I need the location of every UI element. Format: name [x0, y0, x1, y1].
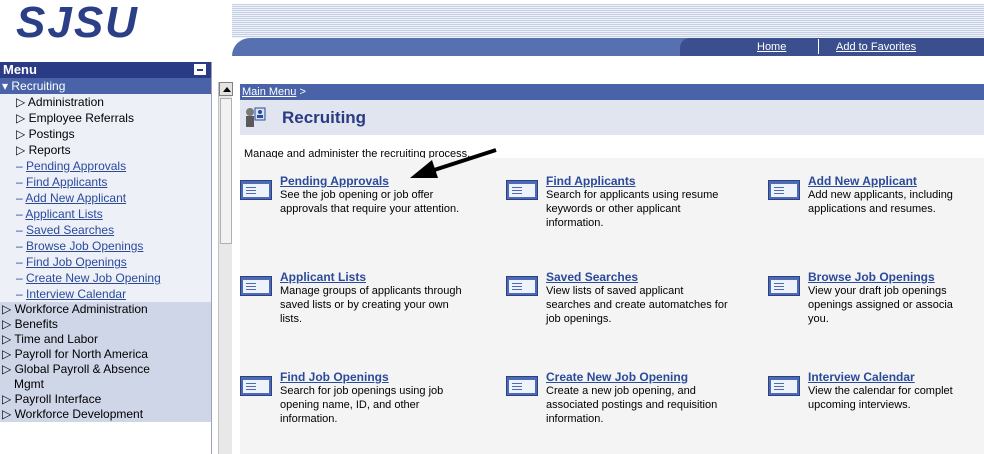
menu-item-reports[interactable]: ▷ Reports — [0, 142, 211, 158]
component-icon — [768, 376, 800, 396]
menu-link-label[interactable]: Browse Job Openings — [26, 239, 143, 253]
menu-link-applicant-lists[interactable]: – Applicant Lists — [0, 206, 211, 222]
tile-title[interactable]: Add New Applicant — [808, 174, 917, 188]
menu-item-employee-referrals[interactable]: ▷ Employee Referrals — [0, 110, 211, 126]
menu-item-payroll-north-america[interactable]: ▷ Payroll for North America — [0, 347, 211, 362]
menu-item-workforce-administration[interactable]: ▷ Workforce Administration — [0, 302, 211, 317]
menu-item-administration[interactable]: ▷ Administration — [0, 94, 211, 110]
main-content: Main Menu > Recruiting Manage and admini… — [240, 84, 984, 454]
page-header: SJSU Home Add to Favorites — [0, 0, 984, 58]
header-separator — [818, 39, 819, 54]
menu-item-label: Workforce Administration — [14, 302, 148, 316]
tile-title[interactable]: Applicant Lists — [280, 270, 366, 284]
tile-title[interactable]: Browse Job Openings — [808, 270, 935, 284]
scroll-thumb[interactable] — [220, 98, 232, 244]
banner-stripes — [232, 4, 984, 38]
menu-item-label: Reports — [28, 143, 71, 157]
menu-item-label: Time and Labor — [14, 332, 98, 346]
annotation-arrow-icon — [410, 148, 497, 178]
menu-link-label[interactable]: Saved Searches — [26, 223, 114, 237]
left-menu: Menu ▾ Recruiting ▷ Administration ▷ Emp… — [0, 62, 212, 454]
tile-description: Create a new job opening, and associated … — [546, 385, 718, 425]
menu-item-label-wrap: Mgmt — [14, 377, 44, 391]
page-title: Recruiting — [282, 108, 367, 127]
menu-link-add-new-applicant[interactable]: – Add New Applicant — [0, 190, 211, 206]
menu-link-find-applicants[interactable]: – Find Applicants — [0, 174, 211, 190]
tile-title[interactable]: Find Applicants — [546, 174, 636, 188]
menu-link-label[interactable]: Find Job Openings — [26, 255, 127, 269]
menu-item-label: Payroll for North America — [14, 347, 148, 361]
menu-item-workforce-development[interactable]: ▷ Workforce Development — [0, 407, 211, 422]
recruiting-submenu: ▷ Administration ▷ Employee Referrals ▷ … — [0, 94, 211, 302]
menu-item-label: Administration — [27, 95, 104, 109]
menu-link-create-new-job-opening[interactable]: – Create New Job Opening — [0, 270, 211, 286]
menu-scrollbar[interactable] — [218, 82, 233, 454]
tile-description: Manage groups of applicants through saved… — [280, 285, 462, 325]
menu-item-benefits[interactable]: ▷ Benefits — [0, 317, 211, 332]
sjsu-logo: SJSU — [16, 0, 139, 47]
breadcrumb-separator: > — [299, 86, 306, 98]
tile-title[interactable]: Create New Job Opening — [546, 370, 688, 384]
menu-item-label: Payroll Interface — [14, 392, 102, 406]
tile-description: Search for job openings using job opening… — [280, 385, 444, 425]
scroll-up-button[interactable] — [219, 82, 233, 96]
menu-link-label[interactable]: Add New Applicant — [25, 191, 126, 205]
menu-item-recruiting[interactable]: ▾ Recruiting — [0, 78, 211, 94]
breadcrumb: Main Menu > — [240, 84, 984, 100]
menu-link-label[interactable]: Create New Job Opening — [26, 271, 161, 285]
tile-title[interactable]: Find Job Openings — [280, 370, 389, 384]
menu-link-saved-searches[interactable]: – Saved Searches — [0, 222, 211, 238]
component-icon — [240, 276, 272, 296]
menu-link-browse-job-openings[interactable]: – Browse Job Openings — [0, 238, 211, 254]
menu-item-label: Employee Referrals — [28, 111, 134, 125]
menu-top-groups: ▷ Workforce Administration ▷ Benefits ▷ … — [0, 302, 211, 422]
menu-link-interview-calendar[interactable]: – Interview Calendar — [0, 286, 211, 302]
add-to-favorites-link[interactable]: Add to Favorites — [836, 41, 916, 53]
tile-description: See the job opening or job offer approval… — [280, 189, 460, 215]
menu-link-label[interactable]: Pending Approvals — [26, 159, 126, 173]
tile-description: Search for applicants using resume keywor… — [546, 189, 719, 229]
menu-link-pending-approvals[interactable]: – Pending Approvals — [0, 158, 211, 174]
tile-description: View the calendar for complet upcoming in… — [808, 385, 953, 411]
component-icon — [506, 276, 538, 296]
tile-description: View your draft job openings openings ass… — [808, 285, 953, 325]
breadcrumb-main-menu[interactable]: Main Menu — [242, 86, 296, 98]
component-icon — [768, 276, 800, 296]
tile-description: Add new applicants, including application… — [808, 189, 953, 215]
component-icon — [506, 180, 538, 200]
menu-link-label[interactable]: Find Applicants — [26, 175, 107, 189]
navigation-tiles: Pending Approvals See the job opening or… — [240, 158, 984, 454]
menu-header: Menu — [0, 62, 211, 78]
banner-bar-dark — [680, 38, 984, 56]
page-title-bar: Recruiting — [240, 100, 984, 135]
menu-item-label: Benefits — [14, 317, 58, 331]
minimize-menu-icon[interactable] — [194, 64, 206, 75]
component-icon — [240, 376, 272, 396]
menu-item-postings[interactable]: ▷ Postings — [0, 126, 211, 142]
menu-item-label: Postings — [28, 127, 75, 141]
tile-title[interactable]: Interview Calendar — [808, 370, 915, 384]
menu-item-payroll-interface[interactable]: ▷ Payroll Interface — [0, 392, 211, 407]
tile-title[interactable]: Saved Searches — [546, 270, 638, 284]
component-icon — [506, 376, 538, 396]
menu-item-global-payroll[interactable]: ▷ Global Payroll & Absence Mgmt — [0, 362, 211, 392]
menu-item-time-and-labor[interactable]: ▷ Time and Labor — [0, 332, 211, 347]
component-icon — [240, 180, 272, 200]
menu-title: Menu — [3, 62, 37, 77]
menu-link-label[interactable]: Interview Calendar — [26, 287, 126, 301]
tile-title[interactable]: Pending Approvals — [280, 174, 389, 188]
menu-link-label[interactable]: Applicant Lists — [25, 207, 102, 221]
menu-link-find-job-openings[interactable]: – Find Job Openings — [0, 254, 211, 270]
home-link[interactable]: Home — [757, 41, 786, 53]
menu-item-label: Workforce Development — [14, 407, 144, 421]
tile-description: View lists of saved applicant searches an… — [546, 285, 728, 325]
menu-item-recruiting-label: Recruiting — [11, 79, 66, 93]
recruiting-people-icon — [246, 107, 266, 127]
component-icon — [768, 180, 800, 200]
menu-item-label: Global Payroll & Absence — [14, 362, 150, 376]
